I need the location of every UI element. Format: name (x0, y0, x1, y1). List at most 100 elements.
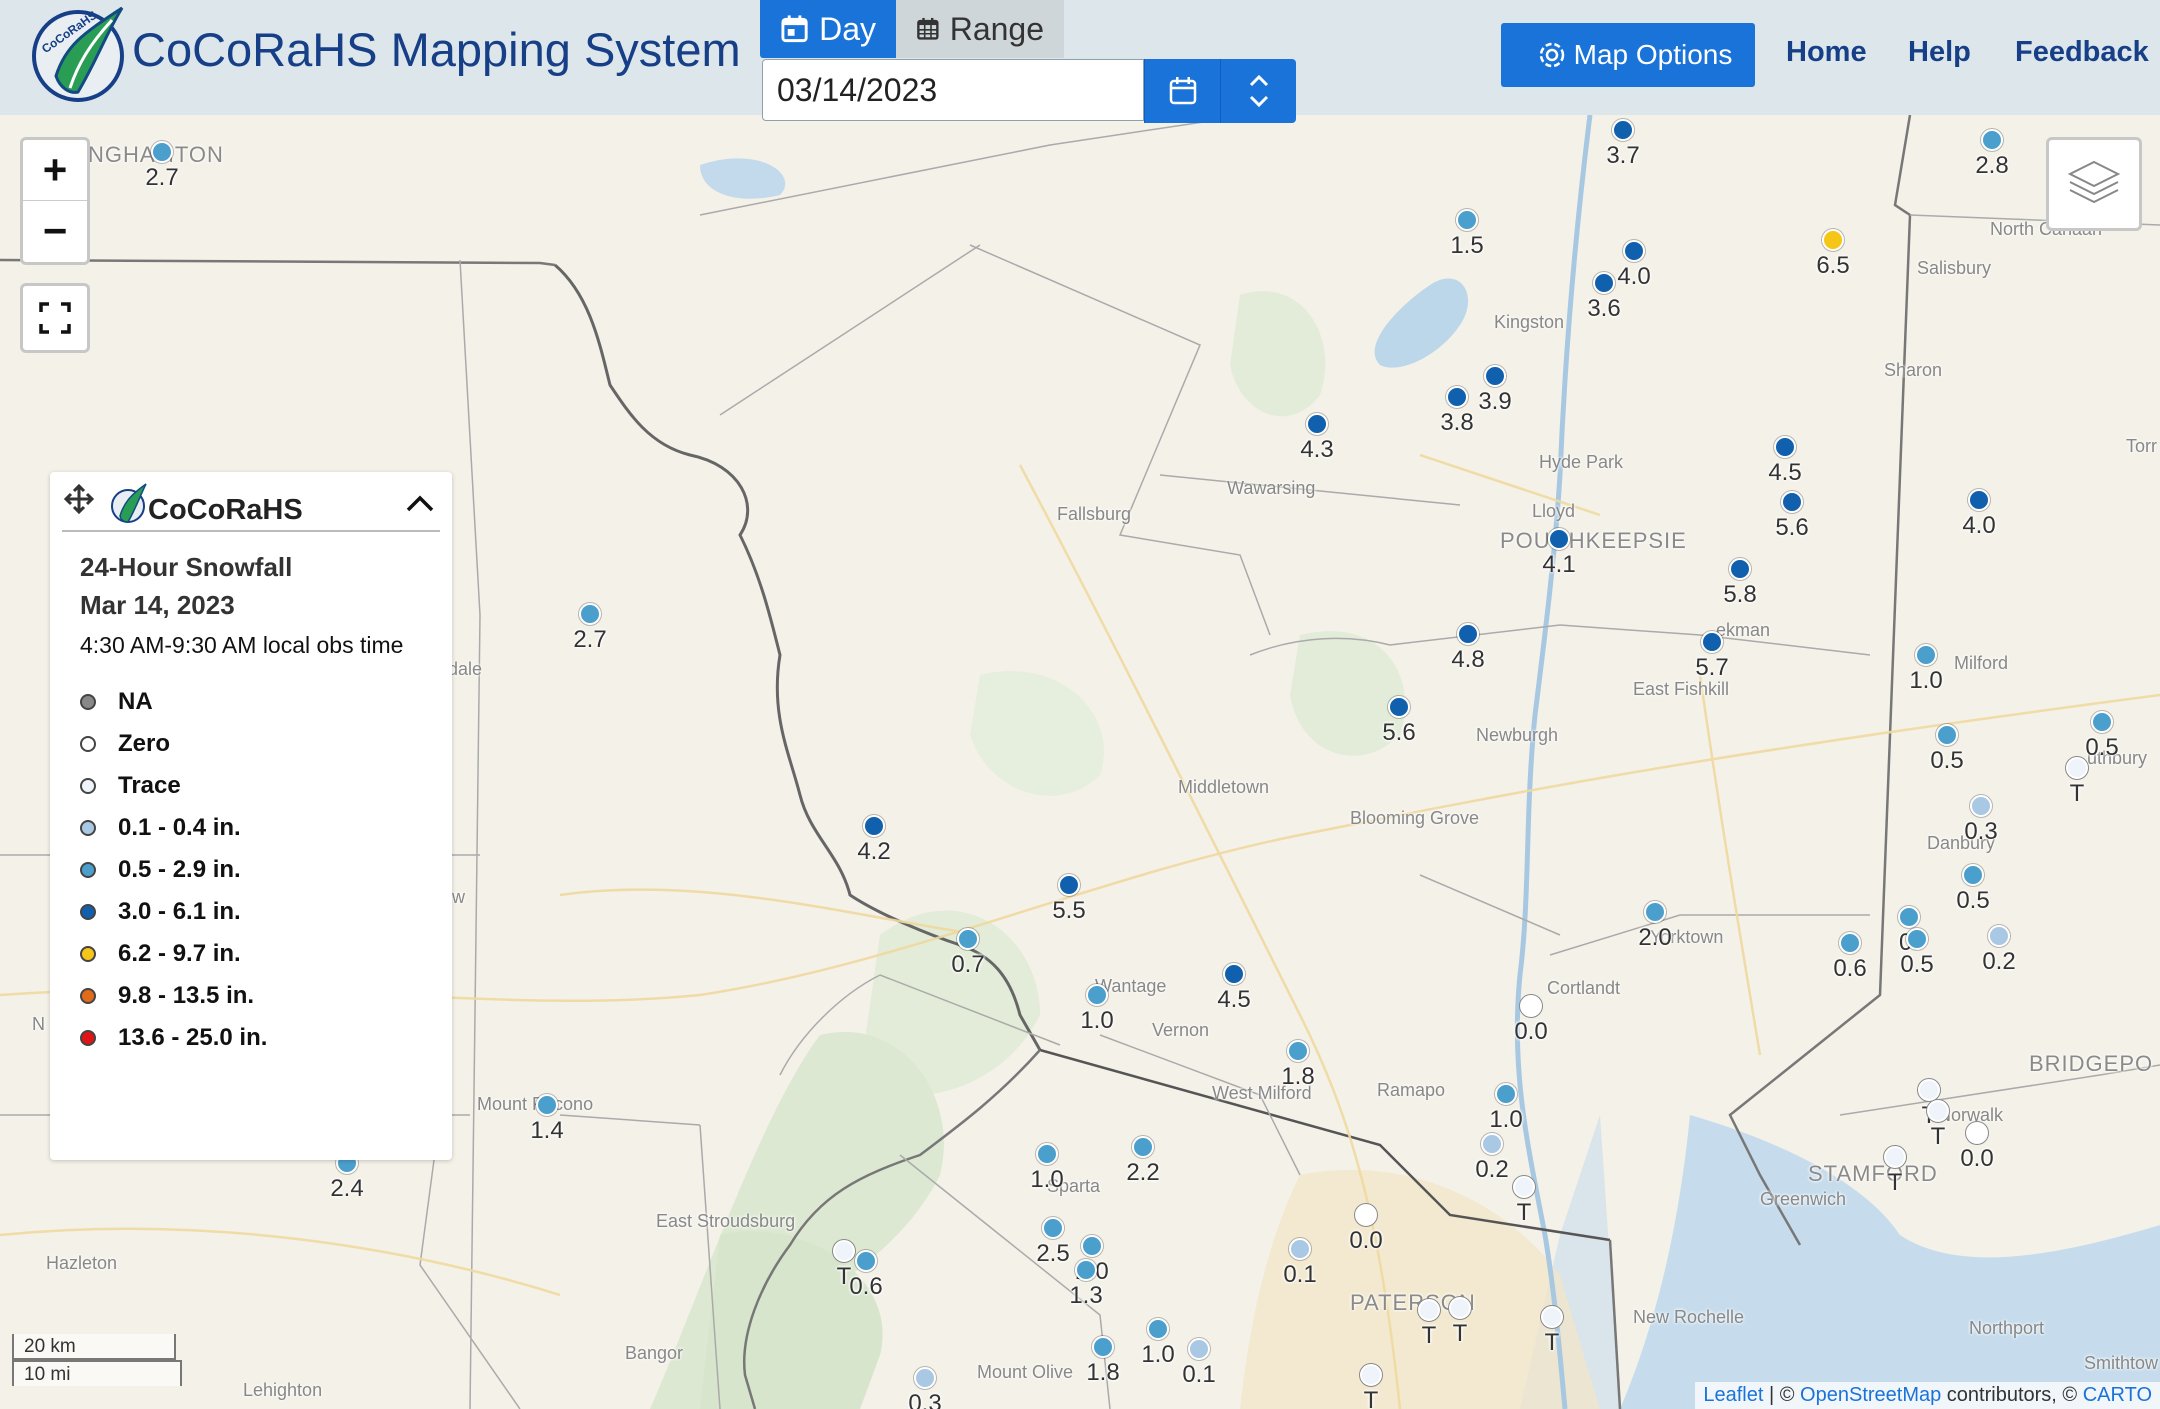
nav-help[interactable]: Help (1908, 36, 1971, 69)
carto-link[interactable]: CARTO (2083, 1384, 2152, 1406)
station-value: 5.6 (1382, 719, 1416, 746)
station-dot[interactable] (1966, 1122, 1988, 1144)
station-dot[interactable] (1918, 1079, 1940, 1101)
station-dot[interactable] (1360, 1364, 1382, 1386)
nav-home[interactable]: Home (1786, 36, 1867, 69)
station-dot[interactable] (1481, 1133, 1503, 1155)
station-value: T (1544, 1329, 1560, 1356)
fullscreen-icon (39, 302, 71, 334)
station-dot[interactable] (1446, 386, 1468, 408)
legend-item: 0.5 - 2.9 in. (80, 856, 241, 884)
station-dot[interactable] (957, 928, 979, 950)
station-dot[interactable] (1484, 365, 1506, 387)
station-dot[interactable] (1036, 1143, 1058, 1165)
station-dot[interactable] (1962, 864, 1984, 886)
osm-link[interactable]: OpenStreetMap (1800, 1384, 1941, 1406)
station-dot[interactable] (1188, 1338, 1210, 1360)
station-dot[interactable] (1306, 413, 1328, 435)
station-value: 3.6 (1587, 295, 1621, 322)
date-input[interactable] (762, 59, 1144, 121)
station-dot[interactable] (855, 1250, 877, 1272)
station-dot[interactable] (1729, 558, 1751, 580)
station-dot[interactable] (1086, 984, 1108, 1006)
place-label: East Fishkill (1633, 679, 1730, 699)
station-dot[interactable] (1839, 932, 1861, 954)
station-dot[interactable] (1774, 436, 1796, 458)
tab-range[interactable]: Range (896, 0, 1064, 58)
station-dot[interactable] (1081, 1235, 1103, 1257)
station-dot[interactable] (1906, 928, 1928, 950)
station-dot[interactable] (1520, 995, 1542, 1017)
station-dot[interactable] (1781, 491, 1803, 513)
station-dot[interactable] (1075, 1259, 1097, 1281)
station-dot[interactable] (1927, 1100, 1949, 1122)
place-label: Salisbury (1917, 258, 1992, 278)
date-stepper[interactable] (1220, 59, 1296, 123)
station-dot[interactable] (536, 1094, 558, 1116)
leaflet-link[interactable]: Leaflet (1703, 1384, 1763, 1406)
station-dot[interactable] (1701, 631, 1723, 653)
station-dot[interactable] (1456, 209, 1478, 231)
layers-button[interactable] (2046, 137, 2142, 231)
station-dot[interactable] (1612, 119, 1634, 141)
station-dot[interactable] (1289, 1238, 1311, 1260)
station-dot[interactable] (833, 1240, 855, 1262)
station-dot[interactable] (1132, 1136, 1154, 1158)
legend-item-label: 0.1 - 0.4 in. (118, 814, 241, 841)
place-label: dale (448, 659, 483, 679)
station-dot[interactable] (1418, 1299, 1440, 1321)
station-dot[interactable] (1968, 489, 1990, 511)
move-icon[interactable] (64, 484, 94, 514)
station-dot[interactable] (1541, 1306, 1563, 1328)
zoom-in-button[interactable]: + (23, 140, 87, 201)
station-dot[interactable] (1287, 1040, 1309, 1062)
station-dot[interactable] (1548, 528, 1570, 550)
station-dot[interactable] (1898, 906, 1920, 928)
station-dot[interactable] (1388, 696, 1410, 718)
station-dot[interactable] (1092, 1336, 1114, 1358)
station-dot[interactable] (2091, 711, 2113, 733)
map-view[interactable]: NGHAMTONNorth CanaanSalisburyKingstonSha… (0, 115, 2160, 1409)
calendar-button[interactable] (1144, 59, 1220, 123)
zoom-out-button[interactable]: − (23, 201, 87, 261)
station-dot[interactable] (1058, 874, 1080, 896)
station-dot[interactable] (1355, 1204, 1377, 1226)
chevron-up-icon[interactable] (404, 490, 436, 516)
station-dot[interactable] (1513, 1176, 1535, 1198)
station-dot[interactable] (1988, 925, 2010, 947)
station-value: 4.0 (1962, 512, 1996, 539)
station-value: 2.0 (1638, 924, 1672, 951)
tab-range-label: Range (949, 10, 1044, 47)
station-dot[interactable] (2066, 757, 2088, 779)
station-dot[interactable] (1623, 240, 1645, 262)
station-dot[interactable] (1915, 644, 1937, 666)
station-dot[interactable] (151, 141, 173, 163)
place-label: Torr (2126, 436, 2157, 456)
station-dot[interactable] (863, 815, 885, 837)
station-dot[interactable] (1593, 272, 1615, 294)
station-dot[interactable] (1884, 1146, 1906, 1168)
station-dot[interactable] (1223, 963, 1245, 985)
nav-feedback[interactable]: Feedback (2015, 36, 2149, 69)
station-value: 0.0 (1960, 1145, 1994, 1172)
station-dot[interactable] (1936, 724, 1958, 746)
station-dot[interactable] (914, 1367, 936, 1389)
station-dot[interactable] (1981, 129, 2003, 151)
station-dot[interactable] (1822, 229, 1844, 251)
legend-item-label: NA (118, 688, 153, 715)
station-dot[interactable] (1042, 1217, 1064, 1239)
station-dot[interactable] (1970, 795, 1992, 817)
station-dot[interactable] (1457, 623, 1479, 645)
cocorahs-logo[interactable]: CoCoRaHS (26, 4, 132, 104)
fullscreen-button[interactable] (20, 283, 90, 353)
legend-swatch (80, 904, 96, 920)
station-dot[interactable] (1449, 1297, 1471, 1319)
legend-swatch (80, 862, 96, 878)
station-dot[interactable] (1495, 1083, 1517, 1105)
station-dot[interactable] (579, 603, 601, 625)
legend-item: 3.0 - 6.1 in. (80, 898, 241, 926)
map-options-button[interactable]: Map Options (1501, 23, 1755, 87)
station-dot[interactable] (1147, 1318, 1169, 1340)
tab-day[interactable]: Day (760, 0, 896, 58)
station-dot[interactable] (1644, 901, 1666, 923)
